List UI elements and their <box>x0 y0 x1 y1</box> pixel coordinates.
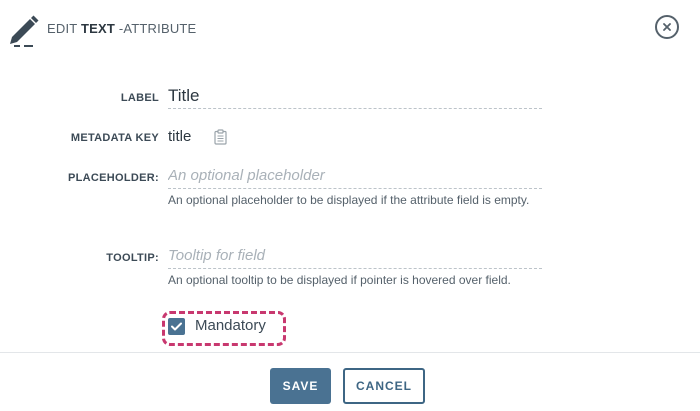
metadata-key-label: METADATA KEY <box>70 132 159 144</box>
placeholder-help-text: An optional placeholder to be displayed … <box>168 193 530 207</box>
dialog-title-suffix: -ATTRIBUTE <box>115 21 197 36</box>
mandatory-label[interactable]: Mandatory <box>195 317 266 334</box>
mandatory-checkbox[interactable] <box>168 318 185 335</box>
save-button[interactable]: SAVE <box>270 368 331 404</box>
tooltip-field-label: TOOLTIP: <box>106 252 159 264</box>
placeholder-field-wrapper <box>168 167 542 189</box>
tooltip-field-wrapper <box>168 247 542 269</box>
clipboard-icon[interactable] <box>214 129 227 145</box>
tooltip-input[interactable] <box>168 247 542 264</box>
dialog-header: EDIT TEXT -ATTRIBUTE <box>0 0 700 60</box>
checkmark-icon <box>171 322 182 331</box>
footer-divider <box>0 352 700 353</box>
dialog-title-type: TEXT <box>81 21 116 36</box>
dialog-title: EDIT TEXT -ATTRIBUTE <box>47 21 196 36</box>
close-button[interactable] <box>655 15 679 39</box>
placeholder-input[interactable] <box>168 167 542 184</box>
label-field-label: LABEL <box>120 92 159 104</box>
tooltip-help-text: An optional tooltip to be displayed if p… <box>168 273 511 287</box>
placeholder-field-label: PLACEHOLDER: <box>68 172 159 184</box>
close-icon <box>663 23 671 31</box>
cancel-button[interactable]: CANCEL <box>343 368 425 404</box>
label-field-wrapper <box>168 86 542 109</box>
metadata-key-value: title <box>168 128 192 145</box>
dialog-title-prefix: EDIT <box>47 21 81 36</box>
label-input[interactable] <box>168 86 542 106</box>
pencil-icon <box>6 10 40 48</box>
